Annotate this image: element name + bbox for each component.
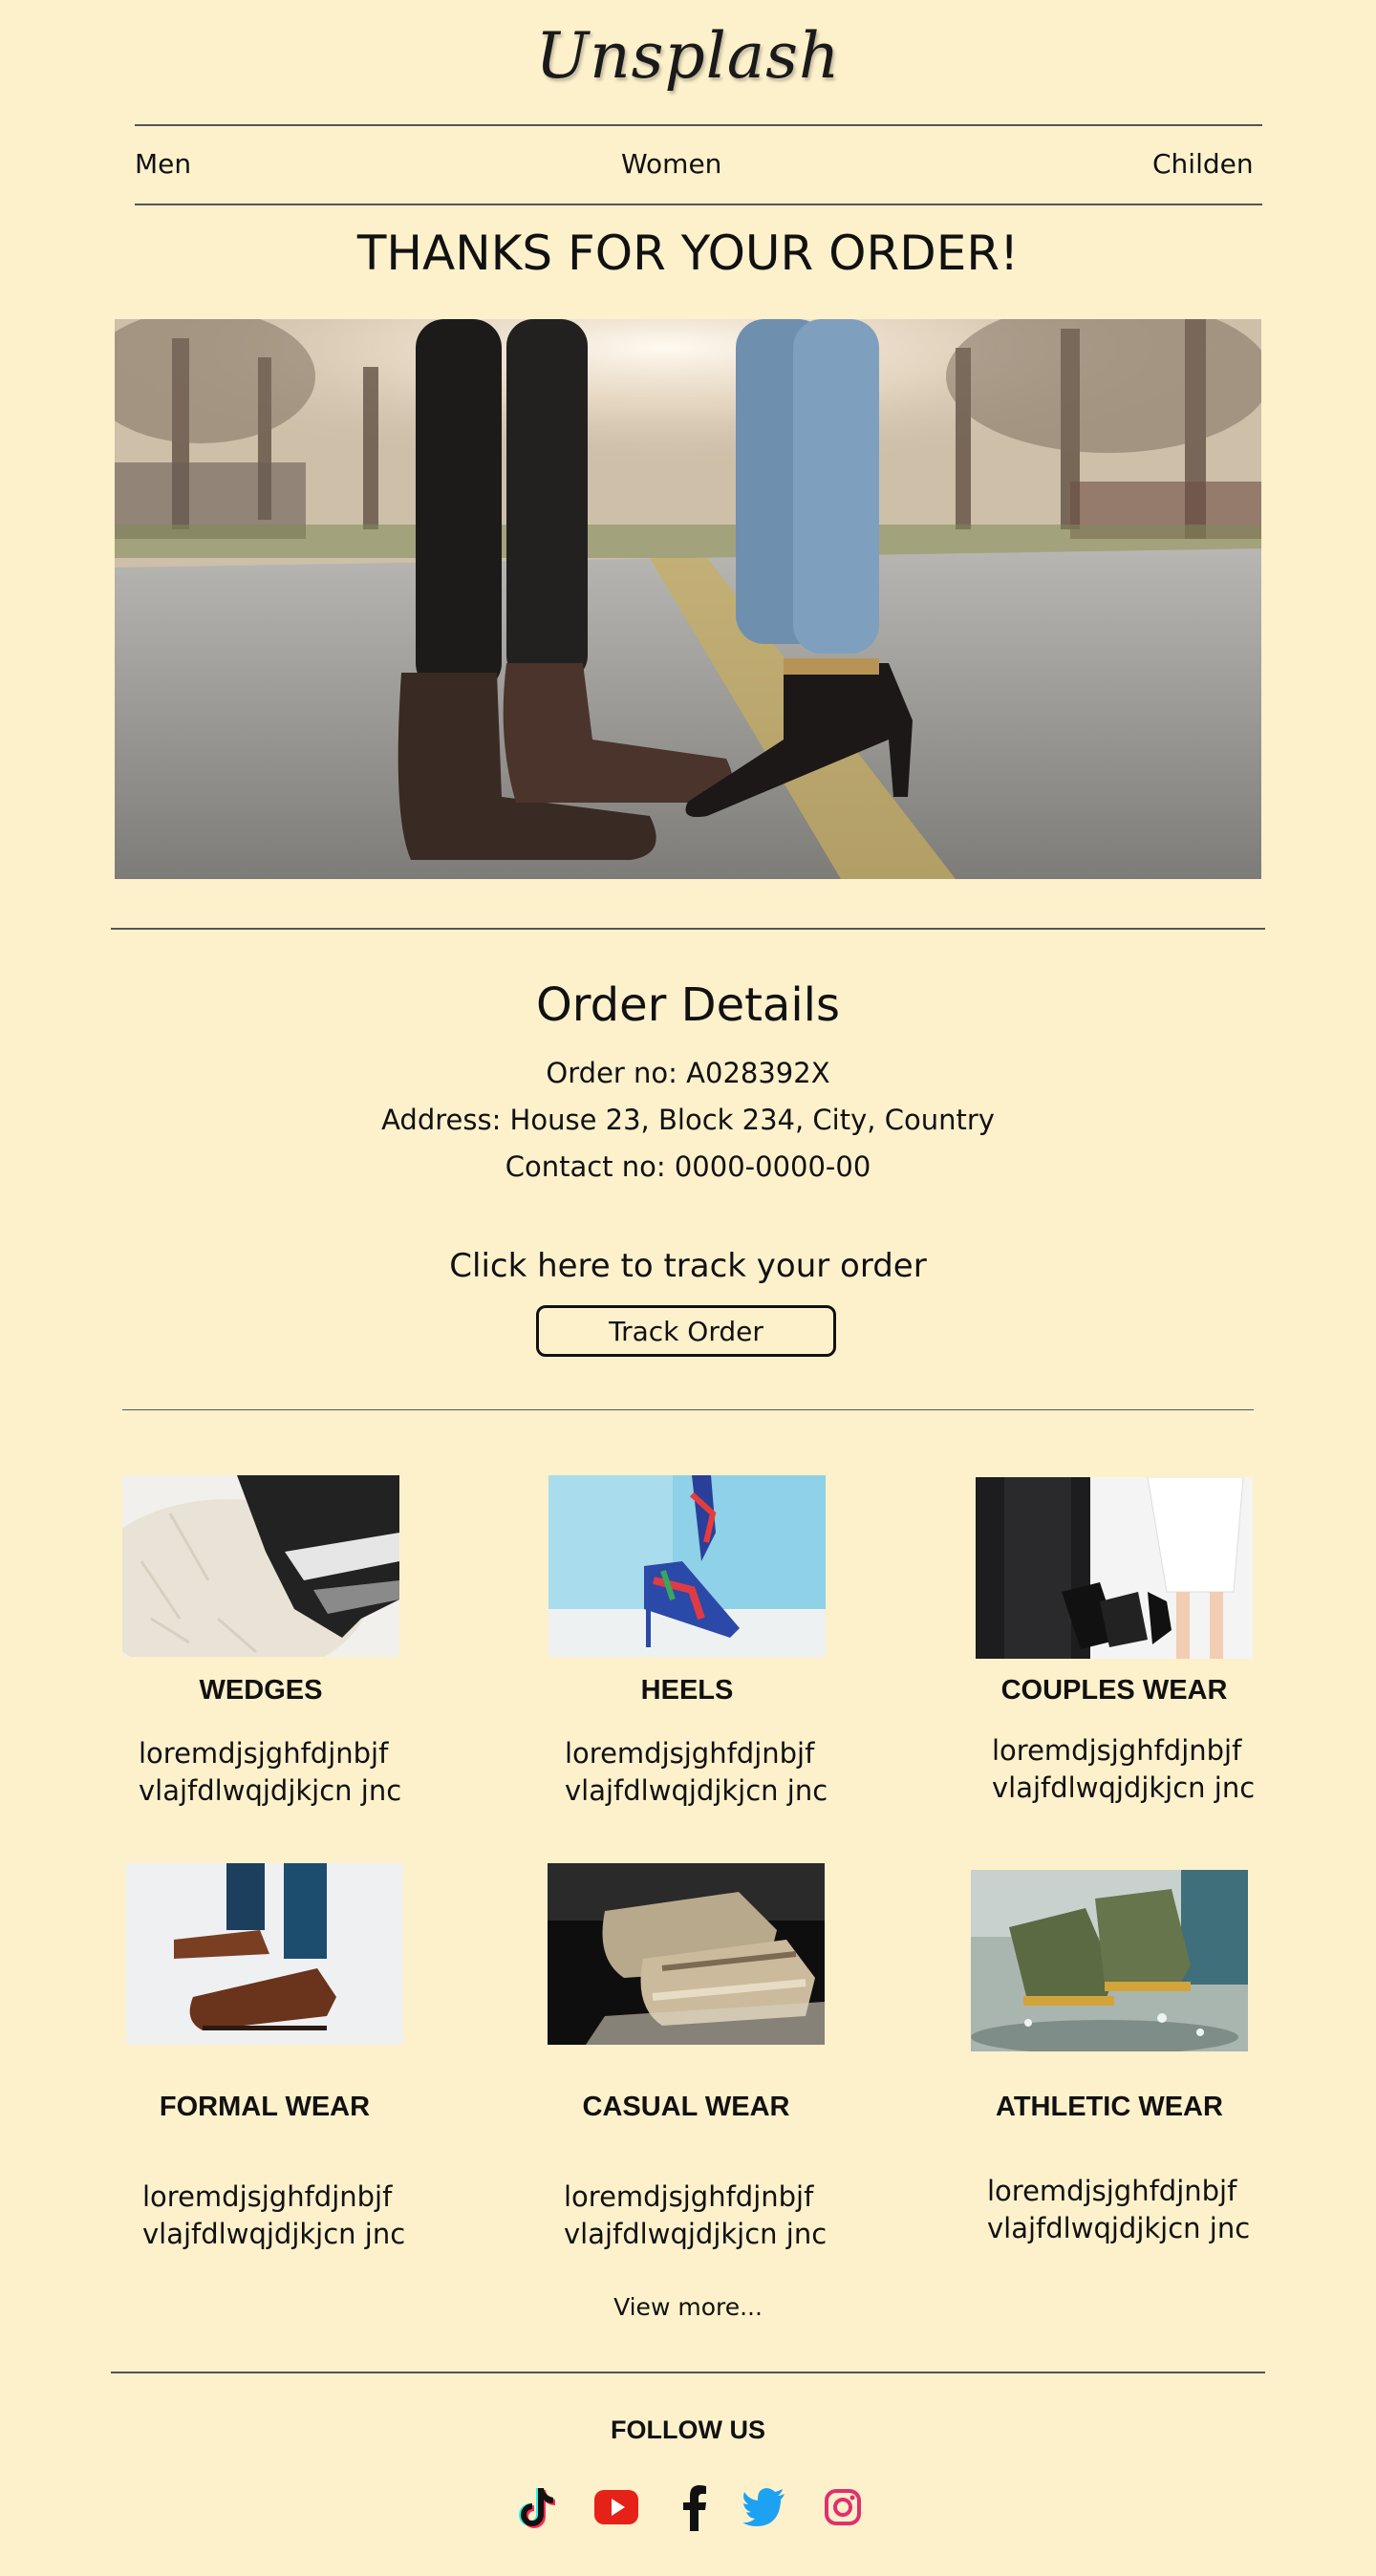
product-desc-couples-wear: loremdjsjghfdjnbjf vlajfdlwqjdjkjcn jnc xyxy=(992,1732,1255,1807)
product-desc-casual-wear: loremdjsjghfdjnbjf vlajfdlwqjdjkjcn jnc xyxy=(564,2179,827,2253)
product-desc-heels: loremdjsjghfdjnbjf vlajfdlwqjdjkjcn jnc xyxy=(565,1735,828,1810)
product-desc-line: loremdjsjghfdjnbjf xyxy=(565,1737,815,1770)
product-desc-line: vlajfdlwqjdjkjcn jnc xyxy=(142,2218,406,2250)
nav-bottom-divider xyxy=(135,204,1262,205)
product-desc-line: loremdjsjghfdjnbjf xyxy=(142,2180,393,2213)
product-desc-line: vlajfdlwqjdjkjcn jnc xyxy=(564,2218,828,2250)
nav-item-women[interactable]: Women xyxy=(621,148,721,180)
product-desc-line: vlajfdlwqjdjkjcn jnc xyxy=(565,1774,828,1807)
nav-top-divider xyxy=(135,124,1262,126)
product-desc-athletic-wear: loremdjsjghfdjnbjf vlajfdlwqjdjkjcn jnc xyxy=(987,2173,1250,2247)
nav-item-men[interactable]: Men xyxy=(135,148,191,180)
order-number: Order no: A028392X xyxy=(546,1057,830,1089)
tiktok-icon[interactable] xyxy=(511,2481,559,2533)
order-address: Address: House 23, Block 234, City, Coun… xyxy=(381,1104,995,1136)
product-desc-formal-wear: loremdjsjghfdjnbjf vlajfdlwqjdjkjcn jnc xyxy=(142,2179,405,2253)
brand-logo[interactable]: Unsplash xyxy=(0,13,1376,99)
facebook-icon[interactable] xyxy=(670,2481,718,2533)
track-prompt: Click here to track your order xyxy=(449,1247,927,1285)
section-divider-order xyxy=(111,928,1265,930)
product-title-formal-wear: FORMAL WEAR xyxy=(159,2092,371,2122)
product-desc-line: vlajfdlwqjdjkjcn jnc xyxy=(992,1771,1256,1804)
product-image-athletic-wear[interactable] xyxy=(971,1870,1248,2051)
order-details-title: Order Details xyxy=(535,978,841,1032)
nav-item-children[interactable]: Childen xyxy=(1152,148,1254,180)
product-desc-line: loremdjsjghfdjnbjf xyxy=(139,1737,389,1770)
product-image-heels[interactable] xyxy=(548,1475,826,1657)
order-contact: Contact no: 0000-0000-00 xyxy=(505,1150,871,1183)
product-desc-line: vlajfdlwqjdjkjcn jnc xyxy=(987,2212,1251,2244)
product-title-couples-wear: COUPLES WEAR xyxy=(1000,1675,1228,1706)
product-image-wedges[interactable] xyxy=(122,1475,399,1657)
product-image-casual-wear[interactable] xyxy=(548,1863,825,2045)
section-divider-products xyxy=(122,1409,1254,1410)
twitter-icon[interactable] xyxy=(741,2481,788,2533)
product-desc-line: loremdjsjghfdjnbjf xyxy=(564,2180,814,2213)
product-title-casual-wear: CASUAL WEAR xyxy=(582,2092,790,2122)
youtube-icon[interactable] xyxy=(592,2481,640,2533)
product-title-wedges: WEDGES xyxy=(199,1675,323,1706)
product-image-formal-wear[interactable] xyxy=(126,1863,403,2045)
product-title-athletic-wear: ATHLETIC WEAR xyxy=(996,2092,1223,2122)
product-desc-line: loremdjsjghfdjnbjf xyxy=(987,2175,1237,2207)
product-desc-line: loremdjsjghfdjnbjf xyxy=(992,1734,1242,1767)
footer-divider xyxy=(111,2372,1265,2373)
follow-us-label: FOLLOW US xyxy=(611,2415,765,2444)
view-more-link[interactable]: View more... xyxy=(0,2293,1376,2321)
track-order-button[interactable]: Track Order xyxy=(536,1305,836,1357)
hero-image xyxy=(115,319,1261,879)
product-desc-wedges: loremdjsjghfdjnbjf vlajfdlwqjdjkjcn jnc xyxy=(139,1735,401,1810)
instagram-icon[interactable] xyxy=(819,2481,867,2533)
product-title-heels: HEELS xyxy=(640,1675,734,1706)
product-image-couples-wear[interactable] xyxy=(976,1477,1253,1659)
product-desc-line: vlajfdlwqjdjkjcn jnc xyxy=(139,1774,402,1807)
page-headline: THANKS FOR YOUR ORDER! xyxy=(356,225,1020,281)
